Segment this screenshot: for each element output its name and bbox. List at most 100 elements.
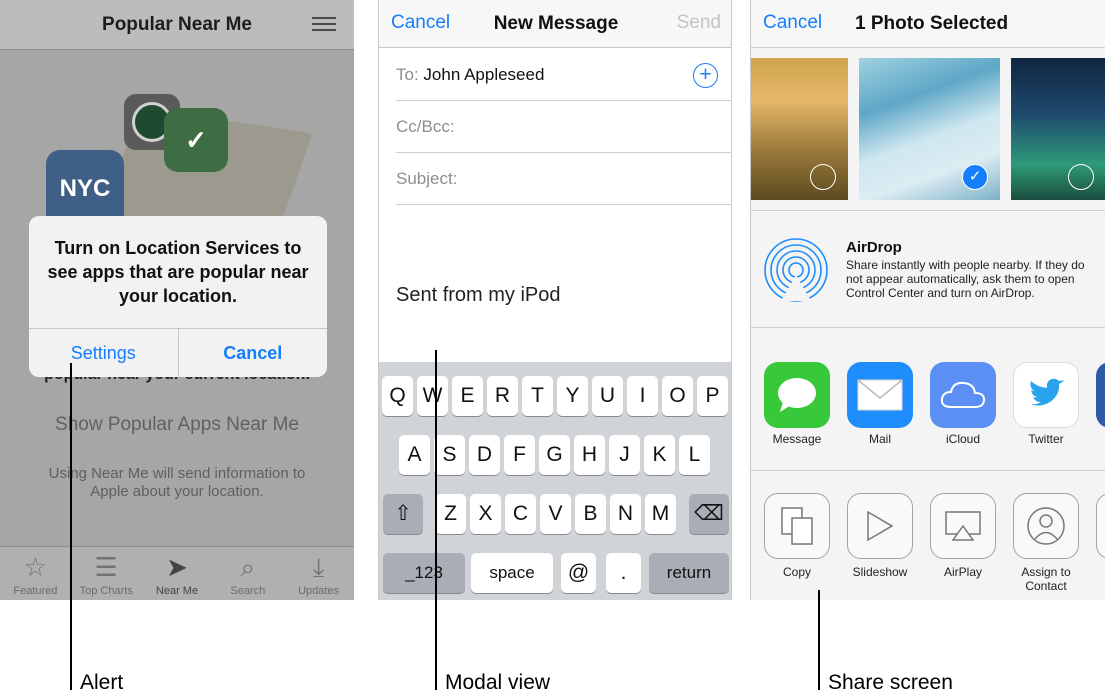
copy-icon	[764, 493, 830, 559]
at-key[interactable]: @	[561, 553, 596, 593]
tab-top-charts[interactable]: ☰ Top Charts	[71, 547, 142, 600]
show-popular-apps-link[interactable]: Show Popular Apps Near Me	[0, 414, 354, 436]
tab-label: Top Charts	[79, 585, 133, 597]
tab-label: Near Me	[155, 585, 199, 597]
key[interactable]: A	[399, 435, 430, 475]
action-airplay[interactable]: AirPlay	[928, 493, 998, 579]
privacy-note: Using Near Me will send information to A…	[48, 465, 306, 500]
key[interactable]: V	[540, 494, 571, 534]
key[interactable]: W	[417, 376, 448, 416]
share-label: Message	[772, 432, 822, 446]
cancel-button[interactable]: Cancel	[763, 12, 822, 34]
photo-thumbnail-selected[interactable]: ✓	[859, 58, 1000, 200]
key[interactable]: U	[592, 376, 623, 416]
twitter-bird-icon	[1013, 362, 1079, 428]
key[interactable]: H	[574, 435, 605, 475]
key[interactable]: Q	[382, 376, 413, 416]
page-title: Popular Near Me	[102, 14, 252, 35]
return-key[interactable]: return	[649, 553, 729, 593]
key[interactable]: Y	[557, 376, 588, 416]
subject-field[interactable]: Subject:	[396, 153, 731, 205]
airdrop-title: AirDrop	[846, 239, 902, 256]
share-label: Twitter	[1028, 432, 1064, 446]
space-key[interactable]: space	[471, 553, 553, 593]
key[interactable]: I	[627, 376, 658, 416]
modal-callout-line	[435, 350, 437, 690]
key[interactable]: C	[505, 494, 536, 534]
modal-callout-label: Modal view	[445, 671, 551, 694]
location-alert: Turn on Location Services to see apps th…	[29, 216, 327, 377]
share-twitter[interactable]: Twitter	[1012, 362, 1080, 446]
play-icon	[847, 493, 913, 559]
tab-near-me[interactable]: ➤ Near Me	[142, 547, 213, 600]
key[interactable]: M	[645, 494, 676, 534]
share-example-screen: Cancel 1 Photo Selected ✓ AirDrop Share …	[750, 0, 1105, 600]
tab-label: Updates	[298, 585, 340, 597]
cc-bcc-label: Cc/Bcc:	[396, 117, 455, 136]
key[interactable]: K	[644, 435, 675, 475]
cc-bcc-field[interactable]: Cc/Bcc:	[396, 101, 731, 153]
shift-key[interactable]: ⇧	[383, 494, 423, 534]
period-key[interactable]: .	[606, 553, 641, 593]
backspace-key[interactable]: ⌫	[689, 494, 729, 534]
key[interactable]: G	[539, 435, 570, 475]
list-icon: ☰	[94, 552, 118, 582]
photo-thumbnail[interactable]	[1011, 58, 1105, 200]
key[interactable]: T	[522, 376, 553, 416]
location-arrow-icon: ➤	[166, 552, 188, 582]
alert-button-row: Settings Cancel	[29, 328, 327, 377]
key[interactable]: E	[452, 376, 483, 416]
action-more-partial[interactable]	[1094, 493, 1105, 559]
share-message[interactable]: Message	[763, 362, 831, 446]
tab-featured[interactable]: ☆ Featured	[0, 547, 71, 600]
navigation-bar: Cancel New Message Send	[379, 0, 731, 48]
numbers-key[interactable]: _123	[383, 553, 465, 593]
actions-row: Copy Slideshow AirPlay Assign to Contact	[751, 470, 1105, 600]
key[interactable]: X	[470, 494, 501, 534]
alert-callout-line	[70, 363, 72, 690]
airdrop-icon	[764, 238, 828, 302]
alert-message: Turn on Location Services to see apps th…	[47, 238, 309, 306]
cancel-button[interactable]: Cancel	[177, 329, 328, 377]
subject-label: Subject:	[396, 169, 458, 188]
send-button[interactable]: Send	[677, 12, 721, 34]
to-field[interactable]: To: John Appleseed +	[396, 49, 731, 101]
key[interactable]: S	[434, 435, 465, 475]
tab-updates[interactable]: ⤓ Updates	[283, 547, 354, 600]
key[interactable]: P	[697, 376, 728, 416]
key[interactable]: J	[609, 435, 640, 475]
airdrop-section: AirDrop Share instantly with people near…	[751, 210, 1105, 328]
nike-app-icon: ✓	[164, 108, 228, 172]
key[interactable]: R	[487, 376, 518, 416]
keyboard: Q W E R T Y U I O P A S D F G H J K L ⇧ …	[379, 362, 731, 600]
tab-bar: ☆ Featured ☰ Top Charts ➤ Near Me ⌕ Sear…	[0, 546, 354, 600]
key[interactable]: D	[469, 435, 500, 475]
navigation-bar: Cancel 1 Photo Selected	[751, 0, 1105, 48]
action-slideshow[interactable]: Slideshow	[845, 493, 915, 579]
recipient-name: John Appleseed	[423, 65, 545, 84]
key[interactable]: L	[679, 435, 710, 475]
key[interactable]: O	[662, 376, 693, 416]
share-icloud[interactable]: iCloud	[929, 362, 997, 446]
search-icon: ⌕	[240, 552, 256, 582]
add-contact-icon[interactable]: +	[693, 63, 718, 88]
airplay-icon	[930, 493, 996, 559]
key[interactable]: Z	[435, 494, 466, 534]
key[interactable]: B	[575, 494, 606, 534]
tab-search[interactable]: ⌕ Search	[212, 547, 283, 600]
to-label: To:	[396, 65, 419, 84]
list-icon[interactable]	[312, 17, 336, 33]
settings-button[interactable]: Settings	[29, 329, 178, 377]
cloud-icon	[930, 362, 996, 428]
message-body[interactable]: Sent from my iPod	[396, 284, 561, 307]
action-label: AirPlay	[943, 565, 982, 579]
key[interactable]: N	[610, 494, 641, 534]
action-label: Copy	[782, 565, 811, 579]
photo-thumbnail[interactable]	[751, 58, 848, 200]
alert-example-screen: Popular Near Me NYC ✓ popular near your …	[0, 0, 354, 600]
key[interactable]: F	[504, 435, 535, 475]
action-copy[interactable]: Copy	[762, 493, 832, 579]
share-more-partial[interactable]	[1095, 362, 1105, 428]
action-assign-to-contact[interactable]: Assign to Contact	[1011, 493, 1081, 593]
share-mail[interactable]: Mail	[846, 362, 914, 446]
